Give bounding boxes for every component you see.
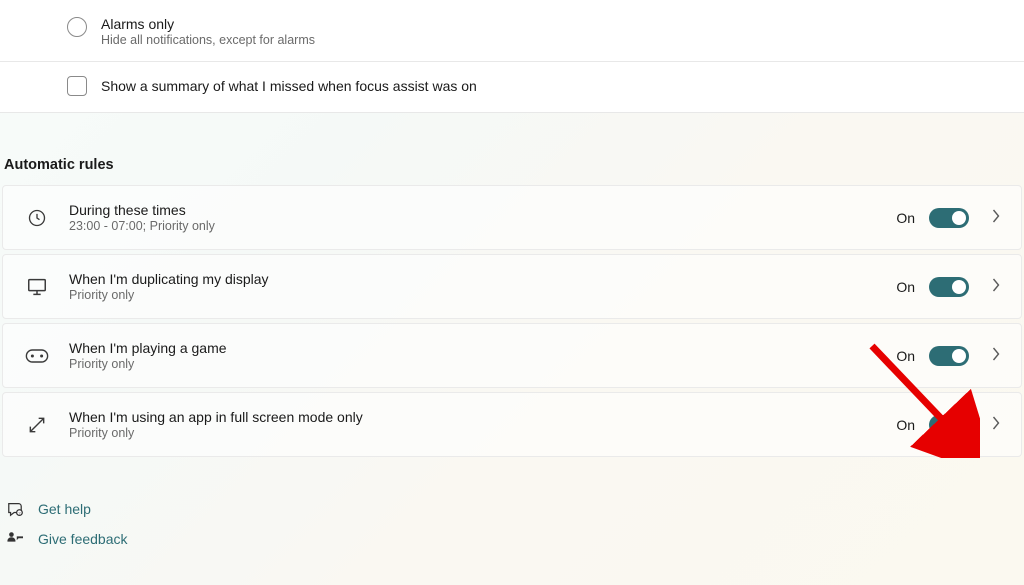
toggle-state-label: On: [896, 279, 915, 295]
summary-checkbox-row[interactable]: Show a summary of what I missed when foc…: [0, 62, 1024, 112]
toggle-state-label: On: [896, 210, 915, 226]
toggle-area: On: [896, 346, 1003, 366]
gamepad-icon: [25, 344, 49, 368]
rule-title: When I'm playing a game: [69, 340, 896, 356]
rule-subtitle: Priority only: [69, 426, 896, 440]
toggle-area: On: [896, 208, 1003, 228]
chevron-right-icon[interactable]: [991, 347, 1001, 364]
give-feedback-label: Give feedback: [38, 531, 128, 547]
summary-checkbox-label: Show a summary of what I missed when foc…: [101, 78, 477, 94]
automatic-rules-header: Automatic rules: [0, 113, 1024, 185]
toggle-state-label: On: [896, 348, 915, 364]
focus-assist-options-group: Alarms only Hide all notifications, exce…: [0, 0, 1024, 113]
rule-duplicate-display[interactable]: When I'm duplicating my display Priority…: [2, 254, 1022, 319]
rule-title: During these times: [69, 202, 896, 218]
chevron-right-icon[interactable]: [991, 278, 1001, 295]
rule-text: When I'm using an app in full screen mod…: [69, 409, 896, 440]
rule-text: When I'm duplicating my display Priority…: [69, 271, 896, 302]
chevron-right-icon[interactable]: [991, 416, 1001, 433]
rule-title: When I'm using an app in full screen mod…: [69, 409, 896, 425]
toggle-area: On: [896, 415, 1003, 435]
help-links: ? Get help Give feedback: [0, 461, 1024, 547]
chevron-right-icon[interactable]: [991, 209, 1001, 226]
toggle-duplicate-display[interactable]: [929, 277, 969, 297]
rule-text: When I'm playing a game Priority only: [69, 340, 896, 371]
rule-text: During these times 23:00 - 07:00; Priori…: [69, 202, 896, 233]
toggle-area: On: [896, 277, 1003, 297]
feedback-icon: [6, 531, 24, 547]
alarms-only-title: Alarms only: [101, 16, 315, 32]
alarms-only-subtitle: Hide all notifications, except for alarm…: [101, 33, 315, 47]
toggle-fullscreen-app[interactable]: [929, 415, 969, 435]
rule-subtitle: 23:00 - 07:00; Priority only: [69, 219, 896, 233]
toggle-state-label: On: [896, 417, 915, 433]
rule-subtitle: Priority only: [69, 357, 896, 371]
get-help-label: Get help: [38, 501, 91, 517]
alarms-only-option[interactable]: Alarms only Hide all notifications, exce…: [0, 0, 1024, 61]
toggle-playing-game[interactable]: [929, 346, 969, 366]
rule-playing-game[interactable]: When I'm playing a game Priority only On: [2, 323, 1022, 388]
alarms-only-text: Alarms only Hide all notifications, exce…: [101, 16, 315, 47]
fullscreen-icon: [25, 413, 49, 437]
rule-during-times[interactable]: During these times 23:00 - 07:00; Priori…: [2, 185, 1022, 250]
rule-fullscreen-app[interactable]: When I'm using an app in full screen mod…: [2, 392, 1022, 457]
radio-icon: [67, 17, 87, 37]
rules-list: During these times 23:00 - 07:00; Priori…: [0, 185, 1024, 457]
monitor-icon: [25, 275, 49, 299]
toggle-during-times[interactable]: [929, 208, 969, 228]
help-icon: ?: [6, 501, 24, 517]
rule-subtitle: Priority only: [69, 288, 896, 302]
give-feedback-link[interactable]: Give feedback: [6, 531, 1024, 547]
clock-icon: [25, 206, 49, 230]
rule-title: When I'm duplicating my display: [69, 271, 896, 287]
checkbox-icon: [67, 76, 87, 96]
get-help-link[interactable]: ? Get help: [6, 501, 1024, 517]
